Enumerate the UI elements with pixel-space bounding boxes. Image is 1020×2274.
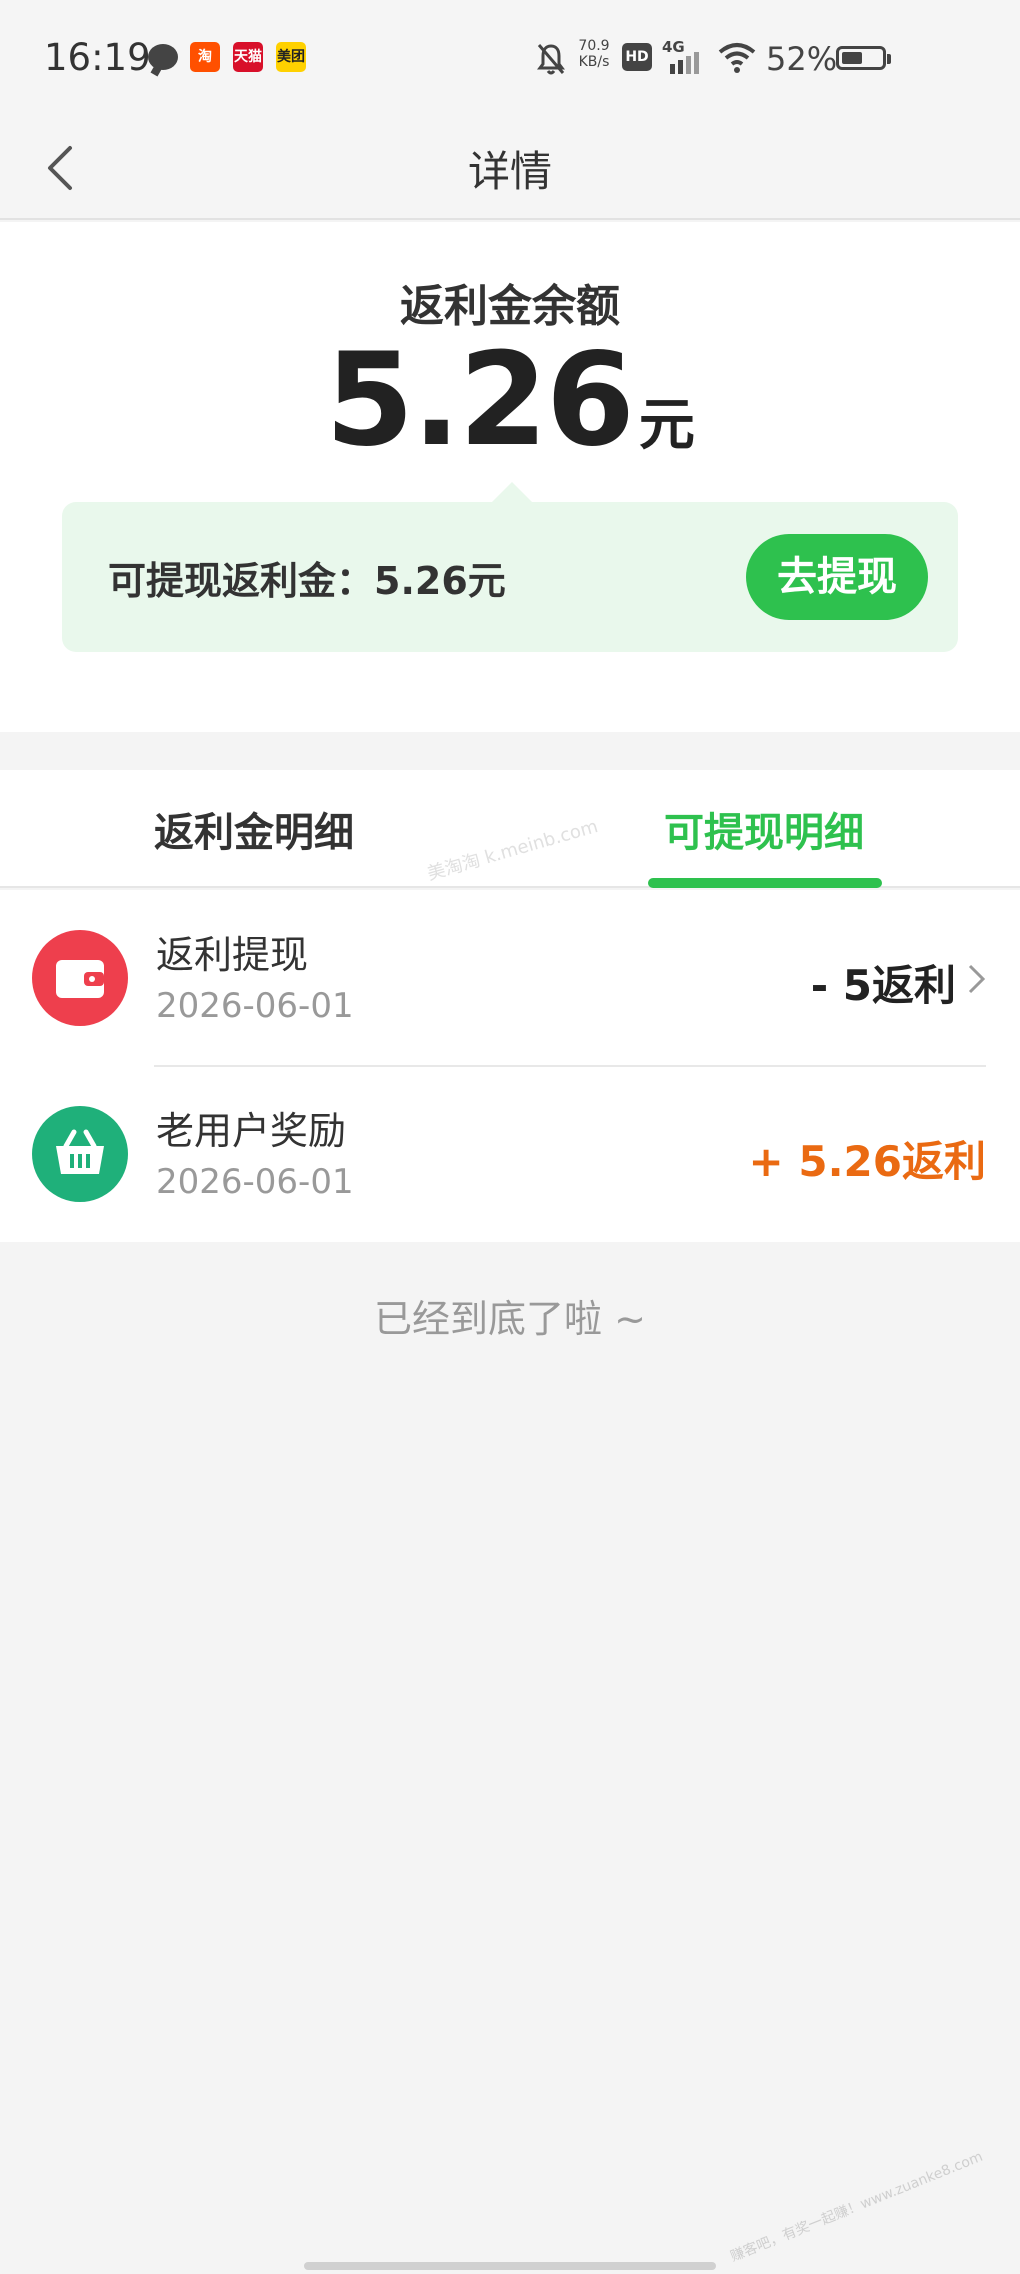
nav-bar: 详情 [0,118,1020,220]
tab-rebate-detail[interactable]: 返利金明细 [154,800,354,858]
balance-unit: 元 [638,393,695,458]
wifi-icon [718,43,756,73]
status-bar: 16:19 淘 天猫 美团 70.9 KB/s HD 4G 52% [0,0,1020,118]
network-type-label: 4G [662,38,685,56]
taobao-icon: 淘 [190,42,220,72]
balance-value: 5.26 [325,326,635,475]
battery-percent: 52% [766,40,838,78]
hd-badge: HD [622,43,652,71]
chat-icon [148,44,178,70]
watermark-text: 美淘淘 k.meinb.com [424,816,601,885]
meituan-icon: 美团 [276,42,306,72]
bell-off-icon [537,44,565,75]
tab-bar: 返利金明细 可提现明细 美淘淘 k.meinb.com [0,770,1020,888]
list-item[interactable]: 老用户奖励 2026-06-01 + 5.26返利 [0,1066,1020,1242]
record-date: 2026-06-01 [156,986,354,1026]
home-indicator[interactable] [304,2262,716,2270]
record-amount: - 5返利 [810,961,956,1010]
tmall-icon: 天猫 [233,42,263,72]
signal-icon: 4G [662,38,699,74]
record-title: 返利提现 [156,933,309,977]
battery-icon [836,46,891,70]
active-tab-indicator [648,878,882,888]
corner-watermark: 赚客吧，有奖一起赚！www.zuanke8.com [728,2148,986,2266]
status-time: 16:19 [44,36,151,79]
page-title: 详情 [467,147,552,196]
chevron-right-icon [968,964,986,994]
tab-withdrawable-detail[interactable]: 可提现明细 [664,800,864,858]
network-speed: 70.9 KB/s [578,38,610,70]
balance-amount: 5.26 元 [0,326,1020,475]
record-title: 老用户奖励 [156,1109,347,1153]
record-date: 2026-06-01 [156,1162,354,1202]
wallet-icon [32,930,128,1026]
end-of-list-text: 已经到底了啦 ~ [374,1297,646,1341]
balance-label: 返利金余额 [400,281,620,332]
basket-icon [32,1106,128,1202]
withdraw-button[interactable]: 去提现 [746,534,928,620]
withdrawable-box: 可提现返利金：5.26元 去提现 [62,482,958,652]
balance-card: 返利金余额 5.26 元 可提现返利金：5.26元 去提现 [0,222,1020,732]
record-list: 返利提现 2026-06-01 - 5返利 老用户奖励 2026-06-01 +… [0,890,1020,1242]
withdrawable-text: 可提现返利金：5.26元 [108,559,506,603]
record-amount: + 5.26返利 [748,1137,986,1186]
list-item[interactable]: 返利提现 2026-06-01 - 5返利 [0,890,1020,1067]
